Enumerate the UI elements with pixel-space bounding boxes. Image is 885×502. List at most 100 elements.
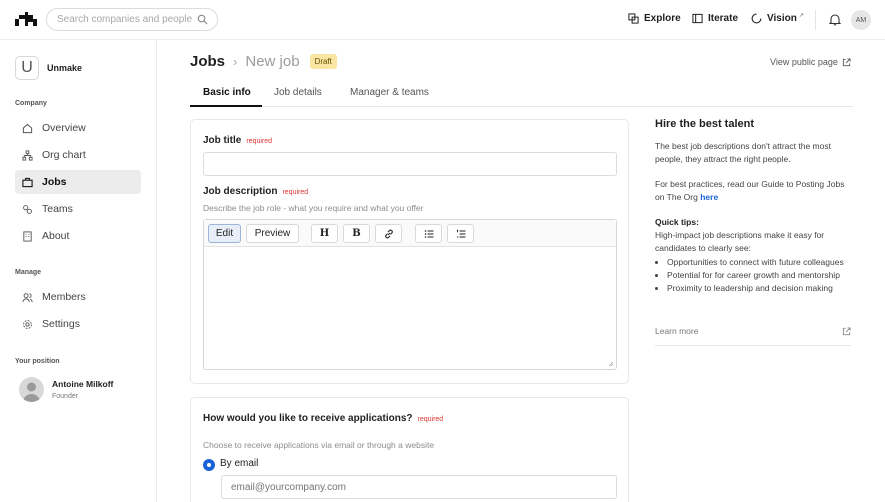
- link-button[interactable]: [375, 224, 402, 243]
- list-item: Proximity to leadership and decision mak…: [667, 282, 853, 295]
- breadcrumb-jobs[interactable]: Jobs: [190, 53, 225, 70]
- applications-card: How would you like to receive applicatio…: [190, 397, 629, 502]
- sidebar: U Unmake Company Overview Org chart Jobs…: [0, 40, 157, 502]
- editor-toolbar: Edit Preview H B: [204, 220, 616, 247]
- job-info-card: Job title required Job description require…: [190, 119, 629, 384]
- top-bar: Explore Iterate Vision ↗ AM: [0, 0, 885, 40]
- chevron-right-icon: ›: [233, 54, 238, 69]
- required-marker: required: [417, 416, 444, 423]
- teams-icon: [23, 204, 32, 214]
- applications-label-text: How would you like to receive applicatio…: [203, 413, 413, 424]
- bold-button[interactable]: B: [343, 224, 370, 243]
- explore-icon: [628, 13, 639, 24]
- tips-panel: Hire the best talent The best job descri…: [655, 118, 853, 295]
- active-tab-indicator: [190, 105, 262, 107]
- position-card[interactable]: Antoine Milkoff Founder: [19, 377, 113, 402]
- sidebar-item-org-chart[interactable]: Org chart: [15, 143, 141, 167]
- divider: [655, 345, 851, 346]
- tips-list: Opportunities to connect with future col…: [655, 256, 853, 295]
- by-email-radio[interactable]: [203, 459, 215, 471]
- gear-icon: [23, 319, 32, 329]
- sidebar-item-teams[interactable]: Teams: [15, 197, 141, 221]
- bullet-list-icon: [424, 229, 433, 238]
- email-field[interactable]: [221, 475, 617, 499]
- status-badge: Draft: [309, 54, 337, 69]
- members-icon: [22, 292, 33, 302]
- sidebar-item-label: Jobs: [42, 176, 67, 188]
- applications-helper: Choose to receive applications via email…: [203, 440, 435, 450]
- sidebar-item-members[interactable]: Members: [15, 285, 141, 309]
- sidebar-item-label: About: [42, 230, 70, 242]
- nav-vision[interactable]: Vision ↗: [751, 13, 804, 24]
- search-box[interactable]: [46, 8, 218, 31]
- link-icon: [384, 229, 393, 238]
- list-item: Potential for for career growth and ment…: [667, 269, 853, 282]
- applications-label: How would you like to receive applicatio…: [203, 413, 443, 424]
- briefcase-icon: [22, 177, 33, 187]
- job-description-label-text: Job description: [203, 186, 278, 197]
- view-public-label: View public page: [770, 57, 838, 67]
- tab-manager-teams[interactable]: Manager & teams: [350, 87, 429, 98]
- position-name: Antoine Milkoff: [52, 379, 114, 389]
- resize-handle-icon[interactable]: [608, 361, 614, 367]
- quick-tips-title: Quick tips:: [655, 217, 699, 227]
- bell-icon[interactable]: [829, 13, 841, 26]
- overview-icon: [22, 123, 33, 133]
- search-icon[interactable]: [197, 14, 208, 25]
- manage-section-label: Manage: [15, 269, 42, 276]
- job-description-label: Job description required: [203, 186, 308, 197]
- org-logo: U: [15, 56, 39, 80]
- external-link-icon: [842, 57, 851, 66]
- job-description-editor: Edit Preview H B: [203, 219, 617, 370]
- org-name: Unmake: [47, 63, 83, 73]
- sidebar-item-label: Org chart: [42, 149, 86, 161]
- breadcrumb-current: New job: [245, 53, 300, 70]
- guide-link[interactable]: here: [700, 192, 718, 202]
- user-avatar[interactable]: AM: [851, 10, 871, 30]
- by-email-label[interactable]: By email: [220, 458, 258, 469]
- numbered-list-icon: [456, 229, 465, 237]
- sidebar-item-settings[interactable]: Settings: [15, 312, 141, 336]
- job-title-input[interactable]: [203, 152, 617, 176]
- org-switcher[interactable]: U Unmake: [15, 56, 82, 80]
- position-role: Founder: [52, 393, 79, 400]
- sidebar-item-label: Overview: [42, 122, 86, 134]
- learn-more-label: Learn more: [655, 326, 699, 336]
- org-chart-icon: [22, 149, 33, 161]
- preview-mode-button[interactable]: Preview: [246, 224, 299, 243]
- view-public-page-link[interactable]: View public page: [770, 57, 851, 67]
- sidebar-item-jobs[interactable]: Jobs: [15, 170, 141, 194]
- nav-explore[interactable]: Explore: [628, 13, 681, 24]
- loader-icon: [751, 13, 762, 24]
- heading-button[interactable]: H: [311, 224, 338, 243]
- company-section-label: Company: [15, 100, 47, 107]
- building-icon: [23, 230, 32, 242]
- nav-iterate-label: Iterate: [708, 13, 739, 24]
- theorg-logo[interactable]: [14, 11, 38, 27]
- learn-more-link[interactable]: Learn more: [655, 326, 851, 336]
- sidebar-item-about[interactable]: About: [15, 224, 141, 248]
- external-link-icon: [842, 327, 851, 336]
- breadcrumb: Jobs › New job Draft: [190, 53, 337, 70]
- numbered-list-button[interactable]: [447, 224, 474, 243]
- sidebar-item-label: Settings: [42, 318, 80, 330]
- tips-guide-paragraph: For best practices, read our Guide to Po…: [655, 178, 853, 204]
- required-marker: required: [282, 189, 309, 196]
- edit-mode-button[interactable]: Edit: [208, 224, 241, 243]
- sidebar-item-label: Members: [42, 291, 86, 303]
- search-input[interactable]: [57, 14, 192, 25]
- tab-job-details[interactable]: Job details: [274, 87, 322, 98]
- external-arrow-icon: ↗: [798, 13, 804, 19]
- bullet-list-button[interactable]: [415, 224, 442, 243]
- sidebar-item-overview[interactable]: Overview: [15, 116, 141, 140]
- tips-title: Hire the best talent: [655, 118, 755, 130]
- required-marker: required: [246, 138, 273, 145]
- job-description-helper: Describe the job role - what you require…: [203, 203, 424, 213]
- nav-vision-label: Vision: [767, 13, 797, 24]
- job-title-label-text: Job title: [203, 135, 242, 146]
- nav-iterate[interactable]: Iterate: [692, 13, 738, 24]
- tab-basic-info[interactable]: Basic info: [203, 87, 251, 98]
- person-silhouette-icon: [23, 382, 40, 402]
- tips-paragraph: The best job descriptions don't attract …: [655, 141, 831, 164]
- tips-guide-text: For best practices, read our Guide to Po…: [655, 179, 845, 202]
